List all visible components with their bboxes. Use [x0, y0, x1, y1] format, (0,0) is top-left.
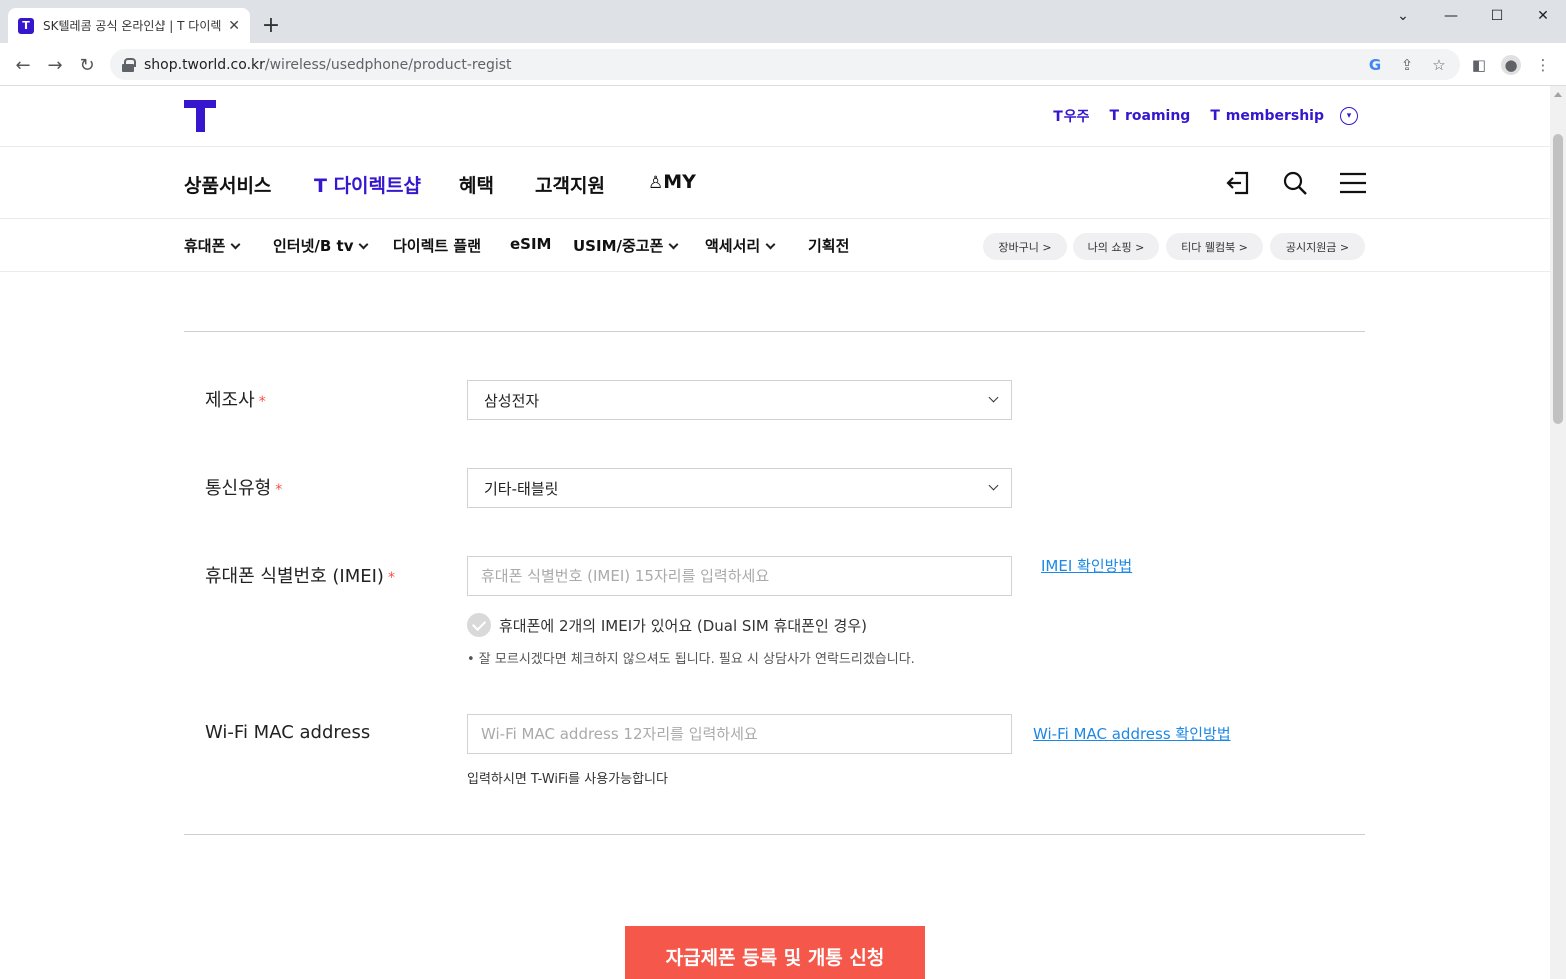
bookmark-star-icon[interactable]: ☆ [1429, 55, 1449, 75]
lnb-item-phone[interactable]: 휴대폰 [184, 235, 241, 256]
gnb-item-support[interactable]: 고객지원 [535, 171, 605, 198]
top-link-roaming[interactable]: T roaming [1110, 108, 1191, 124]
side-panel-icon[interactable]: ◧ [1469, 55, 1489, 75]
google-translate-icon[interactable]: G [1365, 55, 1385, 75]
page-content: T우주 T roaming T membership ▾ 상품서비스 T 다이렉… [0, 86, 1550, 979]
maximize-button[interactable]: ☐ [1474, 4, 1520, 28]
dual-imei-checkbox[interactable]: 휴대폰에 2개의 IMEI가 있어요 (Dual SIM 휴대폰인 경우) [467, 613, 867, 637]
tab-search-icon[interactable]: ⌄ [1380, 4, 1426, 28]
tab-title: SK텔레콤 공식 온라인샵 | T 다이렉트샵 [43, 19, 222, 33]
check-icon[interactable] [467, 613, 491, 637]
manufacturer-value: 삼성전자 [484, 391, 540, 410]
new-tab-button[interactable]: + [258, 12, 284, 38]
browser-toolbar: ← → ↻ shop.tworld.co.kr/wireless/usedpho… [0, 43, 1566, 86]
local-navigation: 휴대폰 인터넷/B tv 다이렉트 플랜 eSIM USIM/중고폰 액세서리 … [0, 220, 1550, 272]
gnb-my-label: MY [663, 171, 696, 193]
imei-label: 휴대폰 식별번호 (IMEI) * [205, 566, 395, 587]
close-tab-icon[interactable]: ✕ [228, 18, 240, 34]
url-path: /wireless/usedphone/product-regist [264, 56, 512, 73]
cart-pill[interactable]: 장바구니 > [983, 233, 1067, 260]
lnb-item-accessories[interactable]: 액세서리 [705, 235, 776, 256]
lnb-item-usim-used[interactable]: USIM/중고폰 [573, 235, 679, 256]
back-button[interactable]: ← [9, 51, 37, 79]
address-bar[interactable]: shop.tworld.co.kr/wireless/usedphone/pro… [110, 49, 1460, 80]
close-window-button[interactable]: ✕ [1520, 4, 1566, 28]
scroll-thumb[interactable] [1553, 134, 1563, 424]
required-mark: * [275, 482, 283, 498]
top-link-membership[interactable]: T membership [1210, 108, 1324, 124]
top-link-universe[interactable]: T우주 [1053, 106, 1089, 126]
browser-tab[interactable]: T SK텔레콤 공식 온라인샵 | T 다이렉트샵 ✕ [8, 8, 250, 43]
chevron-down-icon [668, 239, 679, 250]
chevron-down-icon [988, 392, 999, 403]
logout-icon[interactable] [1225, 169, 1253, 197]
imei-help-link[interactable]: IMEI 확인방법 [1041, 555, 1132, 576]
submit-button[interactable]: 자급제폰 등록 및 개통 신청 [625, 926, 925, 979]
lnb-item-promotions[interactable]: 기획전 [808, 235, 849, 256]
dual-imei-label: 휴대폰에 2개의 IMEI가 있어요 (Dual SIM 휴대폰인 경우) [499, 616, 867, 635]
required-mark: * [387, 570, 395, 586]
subsidy-pill[interactable]: 공시지원금 > [1270, 233, 1365, 260]
form-top-divider [184, 331, 1365, 332]
gnb-item-my[interactable]: ♙MY [648, 171, 696, 193]
global-navigation: 상품서비스 T 다이렉트샵 혜택 고객지원 ♙MY [0, 146, 1550, 219]
t-logo-icon[interactable] [184, 100, 216, 132]
chevron-down-icon [765, 239, 776, 250]
reload-button[interactable]: ↻ [73, 51, 101, 79]
page-scrollbar[interactable] [1550, 86, 1566, 979]
welcome-book-pill[interactable]: 티다 웰컴북 > [1166, 233, 1263, 260]
top-links: T우주 T roaming T membership ▾ [1053, 106, 1358, 126]
carrier-type-label: 통신유형 * [205, 478, 283, 499]
person-icon: ♙ [648, 173, 664, 193]
forward-button[interactable]: → [41, 51, 69, 79]
lnb-item-internet-btv[interactable]: 인터넷/B tv [273, 235, 369, 256]
chevron-down-icon [359, 239, 369, 250]
hamburger-menu-icon[interactable] [1339, 169, 1367, 197]
carrier-type-select[interactable]: 기타-태블릿 [467, 468, 1012, 508]
wifi-mac-input[interactable] [467, 714, 1012, 754]
gnb-item-products[interactable]: 상품서비스 [184, 171, 271, 198]
wifi-mac-help-link[interactable]: Wi-Fi MAC address 확인방법 [1033, 723, 1231, 744]
minimize-button[interactable]: — [1428, 4, 1474, 28]
chrome-menu-icon[interactable]: ⋮ [1533, 55, 1553, 75]
chevron-down-icon [988, 480, 999, 491]
wifi-mac-label: Wi-Fi MAC address [205, 722, 371, 743]
t-favicon-icon: T [18, 17, 34, 34]
url-host: shop.tworld.co.kr [144, 56, 265, 73]
browser-tab-strip: T SK텔레콤 공식 온라인샵 | T 다이렉트샵 ✕ + ⌄ — ☐ ✕ [0, 0, 1566, 43]
scroll-up-icon[interactable] [1554, 92, 1562, 97]
chevron-down-icon [230, 239, 241, 250]
gnb-item-direct-shop[interactable]: T 다이렉트샵 [314, 171, 421, 198]
search-icon[interactable] [1281, 169, 1309, 197]
gnb-item-benefits[interactable]: 혜택 [459, 171, 494, 198]
my-shopping-pill[interactable]: 나의 쇼핑 > [1073, 233, 1159, 260]
chevron-down-icon[interactable]: ▾ [1340, 107, 1358, 125]
lnb-item-esim[interactable]: eSIM [510, 235, 551, 253]
manufacturer-label: 제조사 * [205, 390, 266, 411]
manufacturer-select[interactable]: 삼성전자 [467, 380, 1012, 420]
lock-icon [122, 57, 136, 72]
form-bottom-divider [184, 834, 1365, 835]
wifi-mac-note: 입력하시면 T-WiFi를 사용가능합니다 [467, 772, 668, 787]
imei-note: • 잘 모르시겠다면 체크하지 않으셔도 됩니다. 필요 시 상담사가 연락드리… [467, 652, 915, 667]
profile-avatar-icon[interactable]: ● [1501, 55, 1521, 75]
imei-input[interactable] [467, 556, 1012, 596]
share-icon[interactable]: ⇪ [1397, 55, 1417, 75]
carrier-type-value: 기타-태블릿 [484, 479, 559, 498]
required-mark: * [258, 394, 266, 410]
lnb-item-direct-plan[interactable]: 다이렉트 플랜 [393, 235, 481, 256]
